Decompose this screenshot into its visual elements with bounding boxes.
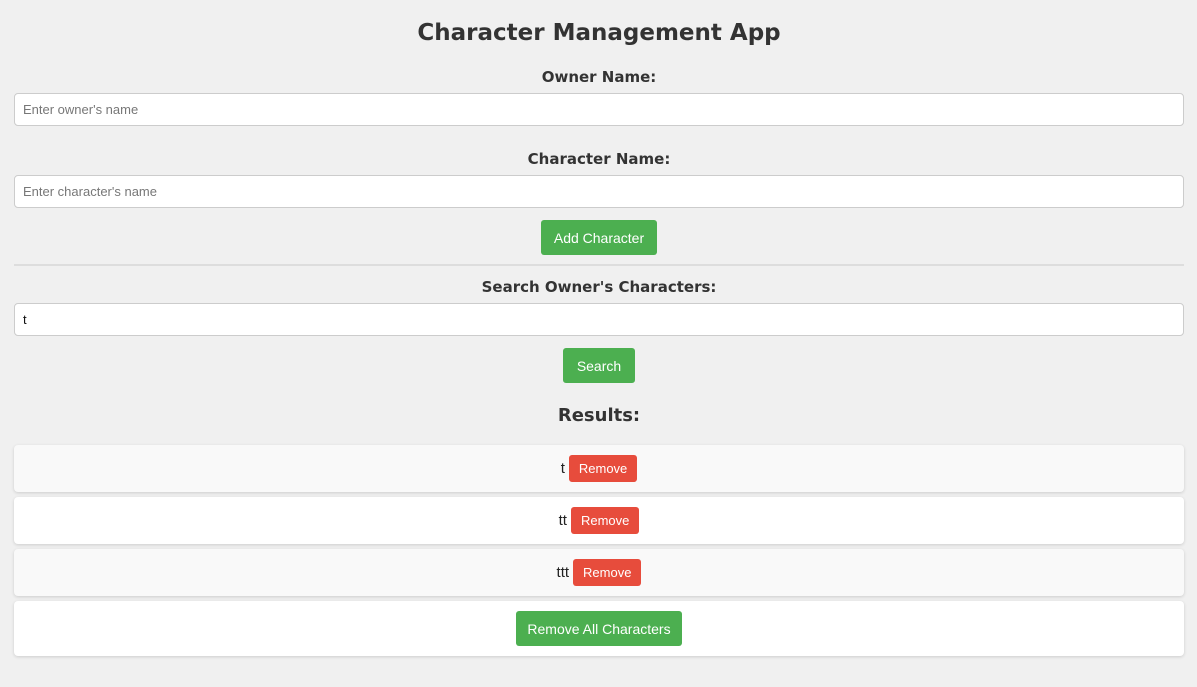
section-divider — [14, 264, 1184, 266]
owner-name-input[interactable] — [14, 93, 1184, 126]
owner-name-label: Owner Name: — [541, 68, 657, 86]
character-name-label: Character Name: — [527, 150, 671, 168]
add-character-button[interactable]: Add Character — [541, 220, 657, 255]
remove-button[interactable]: Remove — [573, 559, 642, 586]
app-container: Character Management App Owner Name: Cha… — [0, 0, 1197, 687]
search-button[interactable]: Search — [563, 348, 635, 383]
search-input[interactable] — [14, 303, 1184, 336]
result-item: ttt Remove — [14, 549, 1184, 596]
search-label: Search Owner's Characters: — [481, 278, 717, 296]
result-item: tt Remove — [14, 497, 1184, 544]
result-item-name: t — [560, 460, 565, 477]
results-title: Results: — [557, 405, 641, 426]
remove-all-container: Remove All Characters — [14, 601, 1184, 656]
remove-all-button[interactable]: Remove All Characters — [516, 611, 682, 646]
result-item-name: ttt — [556, 564, 570, 581]
character-name-input[interactable] — [14, 175, 1184, 208]
result-item: t Remove — [14, 445, 1184, 492]
remove-button[interactable]: Remove — [570, 507, 640, 534]
remove-button[interactable]: Remove — [568, 455, 638, 482]
results-list: t Remove tt Remove ttt Remove — [14, 445, 1184, 596]
page-title: Character Management App — [417, 20, 781, 46]
result-item-name: tt — [558, 512, 567, 529]
